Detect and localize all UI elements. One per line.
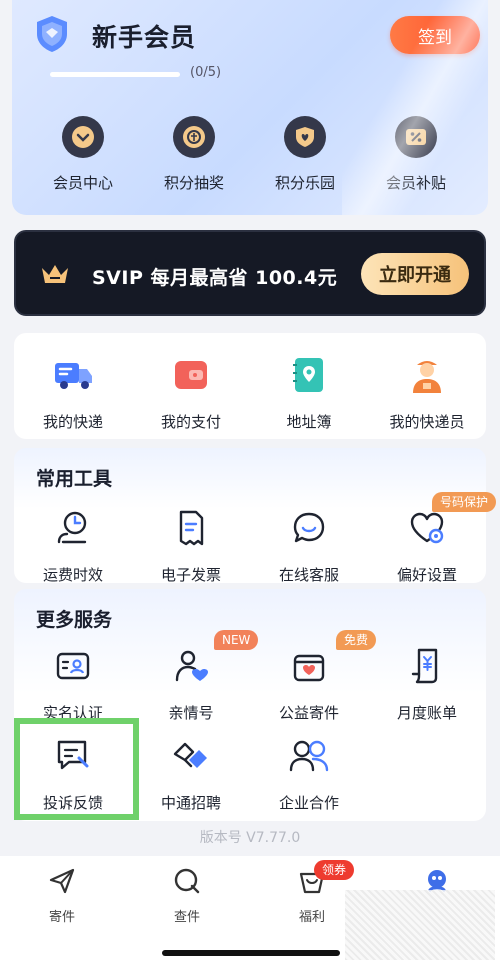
preference-settings-button[interactable]: 号码保护 偏好设置 — [368, 492, 497, 585]
nav-send-label: 寄件 — [48, 910, 75, 925]
member-center-button[interactable]: 会员中心 — [35, 116, 131, 193]
charity-shipping-label: 公益寄件 — [278, 704, 339, 722]
heart-shield-icon — [296, 127, 314, 147]
enterprise-cooperation-button[interactable]: 企业合作 — [250, 734, 368, 813]
member-subsidy-button[interactable]: 会员补贴 — [368, 116, 464, 193]
nav-send[interactable]: 寄件 — [2, 866, 122, 925]
e-invoice-button[interactable]: 电子发票 — [132, 506, 250, 585]
address-book-button[interactable]: 地址簿 — [250, 353, 368, 432]
truck-icon — [55, 363, 92, 389]
member-card: 新手会员 签到 (0/5) 会员中心 积分抽奖 积分乐园 会员补贴 — [12, 0, 488, 215]
watermark — [345, 890, 495, 960]
nav-track[interactable]: 查件 — [127, 866, 247, 925]
address-book-icon — [293, 358, 323, 392]
charity-shipping-button[interactable]: 免费 公益寄件 — [250, 630, 377, 723]
member-progress-text: (0/5) — [190, 65, 222, 80]
quick-access-panel: 我的快递 我的支付 地址簿 我的快递员 — [14, 333, 486, 439]
e-invoice-label: 电子发票 — [160, 566, 221, 584]
address-book-label: 地址簿 — [286, 413, 332, 431]
chat-icon — [293, 512, 325, 543]
my-courier-label: 我的快递员 — [389, 413, 465, 431]
my-courier-button[interactable]: 我的快递员 — [368, 353, 486, 432]
heart-gear-icon — [410, 512, 444, 544]
family-icon — [175, 650, 208, 682]
invoice-icon — [179, 510, 204, 546]
charity-box-icon — [293, 654, 325, 682]
id-card-icon — [56, 652, 90, 680]
points-lottery-label: 积分抽奖 — [163, 174, 224, 192]
my-express-label: 我的快递 — [42, 413, 103, 431]
clock-user-icon — [57, 511, 87, 544]
coupon-badge: 领券 — [314, 860, 355, 880]
member-center-label: 会员中心 — [52, 174, 113, 192]
enterprise-cooperation-label: 企业合作 — [278, 794, 339, 812]
svip-open-button[interactable]: 立即开通 — [361, 253, 469, 295]
my-payment-label: 我的支付 — [160, 413, 221, 431]
number-protection-badge: 号码保护 — [432, 492, 497, 512]
tools-panel: 常用工具 运费时效 电子发票 在线客服 号码保护 偏好设置 — [14, 448, 497, 585]
shipping-time-label: 运费时效 — [42, 566, 103, 584]
svip-banner[interactable]: SVIP 每月最高省 100.4元 立即开通 — [14, 230, 486, 316]
courier-icon — [413, 361, 441, 393]
services-title: 更多服务 — [36, 609, 113, 631]
monthly-bill-label: 月度账单 — [396, 704, 457, 722]
crown-icon — [42, 265, 68, 283]
zto-recruitment-label: 中通招聘 — [160, 794, 221, 812]
member-progress-bar — [50, 72, 180, 77]
my-express-button[interactable]: 我的快递 — [14, 353, 132, 432]
my-payment-button[interactable]: 我的支付 — [132, 353, 250, 432]
points-park-label: 积分乐园 — [274, 174, 335, 192]
signin-button[interactable]: 签到 — [390, 16, 480, 54]
coin-icon — [183, 126, 205, 148]
users-icon — [289, 740, 329, 772]
search-icon — [174, 868, 200, 894]
nav-track-label: 查件 — [173, 910, 200, 925]
points-park-button[interactable]: 积分乐园 — [257, 116, 353, 193]
family-number-button[interactable]: NEW 亲情号 — [132, 630, 259, 723]
monthly-bill-button[interactable]: 月度账单 — [368, 644, 486, 723]
shipping-time-button[interactable]: 运费时效 — [14, 506, 132, 585]
tools-title: 常用工具 — [36, 468, 113, 490]
bill-icon — [411, 648, 438, 684]
chevron-down-icon — [72, 126, 94, 148]
online-service-label: 在线客服 — [278, 566, 339, 584]
member-title: 新手会员 — [92, 23, 197, 52]
home-indicator[interactable] — [162, 950, 340, 956]
coupon-icon — [406, 129, 426, 145]
version-text: 版本号 V7.77.0 — [199, 830, 301, 846]
member-subsidy-label: 会员补贴 — [385, 174, 446, 192]
zto-recruitment-button[interactable]: 中通招聘 — [132, 734, 250, 813]
member-shield-icon — [37, 16, 67, 52]
wallet-icon — [175, 361, 207, 389]
points-lottery-button[interactable]: 积分抽奖 — [146, 116, 242, 193]
family-number-label: 亲情号 — [168, 704, 214, 722]
send-icon — [49, 868, 75, 894]
highlight-box — [14, 718, 139, 820]
preference-settings-label: 偏好设置 — [396, 566, 457, 584]
online-service-button[interactable]: 在线客服 — [250, 506, 368, 585]
handshake-icon — [173, 742, 207, 768]
svip-text: SVIP 每月最高省 100.4元 — [92, 267, 338, 289]
real-name-auth-button[interactable]: 实名认证 — [14, 644, 132, 723]
